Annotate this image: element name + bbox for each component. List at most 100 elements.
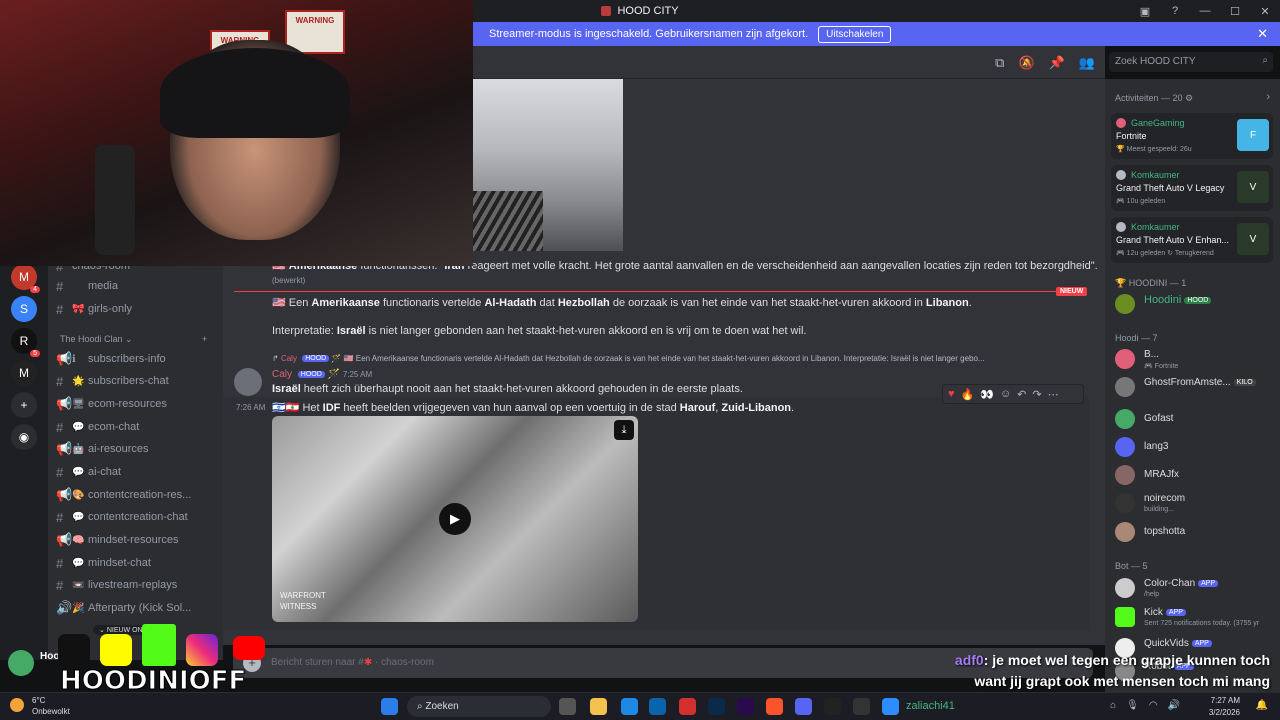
message-image[interactable] xyxy=(473,79,623,251)
chevron-right-icon[interactable]: › xyxy=(1266,91,1270,103)
minimize-button[interactable]: — xyxy=(1190,5,1220,17)
forward-icon[interactable]: ↷ xyxy=(1032,388,1041,401)
author-name[interactable]: Caly xyxy=(272,369,292,380)
pin-icon[interactable]: 📌 xyxy=(1049,55,1065,71)
server-icon-2[interactable]: S xyxy=(11,296,37,322)
discover-icon[interactable]: ◉ xyxy=(11,424,37,450)
activity-card[interactable]: Komkaumer Grand Theft Auto V Legacy 🎮 10… xyxy=(1111,165,1273,211)
download-icon[interactable]: ⤓ xyxy=(614,420,634,440)
video-attachment[interactable]: ▶ ⤓ WARFRONT WITNESS xyxy=(272,416,638,622)
server-icon-3[interactable]: R5 xyxy=(11,328,40,357)
server-icon-4[interactable]: M xyxy=(11,360,37,386)
member-hoodini[interactable]: Hoodini HOOD xyxy=(1115,292,1275,316)
channel-ai-chat[interactable]: # 💬 ai-chat xyxy=(56,462,216,482)
notifications-icon[interactable]: 🔕 xyxy=(1018,55,1034,71)
gta-art: V xyxy=(1237,223,1269,255)
channel-list: # chaos-room # media # 🎀 girls-only The Hood… xyxy=(48,259,223,660)
member-item[interactable]: Kick APP Sent 725 notifications today. (37… xyxy=(1115,605,1275,629)
channel-mindset-resources[interactable]: 📢 🧠 mindset-resources xyxy=(56,530,216,550)
more-icon[interactable]: ⋯ xyxy=(1048,388,1059,401)
premiere-icon[interactable] xyxy=(737,698,754,715)
members-icon[interactable]: 👥 xyxy=(1079,55,1095,71)
outlook-icon[interactable] xyxy=(649,698,666,715)
add-server-icon[interactable]: + xyxy=(11,392,37,418)
user-avatar xyxy=(1116,170,1126,180)
close-banner-icon[interactable]: ✕ xyxy=(1257,26,1268,42)
channel-girls-only[interactable]: # 🎀 girls-only xyxy=(56,299,216,319)
message-author-line: Caly HOOD 🪄 7:25 AM xyxy=(272,369,373,380)
member-list: Activiteiten — 20 ⚙ › GaneGaming Fortnit… xyxy=(1105,79,1280,692)
avatar xyxy=(1115,294,1135,314)
member-item[interactable]: MRAJfx xyxy=(1115,463,1275,487)
channel-livestream-replays[interactable]: # 📼 livestream-replays xyxy=(56,575,216,595)
obs-icon[interactable] xyxy=(853,698,870,715)
acrobat-icon[interactable] xyxy=(679,698,696,715)
close-button[interactable]: ✕ xyxy=(1250,5,1280,18)
activity-card[interactable]: GaneGaming Fortnite 🏆 Meest gespeeld: 26… xyxy=(1111,113,1273,159)
discord-icon[interactable] xyxy=(795,698,812,715)
channel-ecom-chat[interactable]: # 💬 ecom-chat xyxy=(56,417,216,437)
activity-card[interactable]: Komkaumer Grand Theft Auto V Enhan... 🎮 … xyxy=(1111,217,1273,263)
wifi-icon[interactable]: ◠ xyxy=(1149,700,1158,711)
taskbar-search[interactable]: ⌕ Zoeken xyxy=(407,696,551,717)
file-explorer-icon[interactable] xyxy=(590,698,607,715)
add-channel-icon[interactable]: + xyxy=(202,334,207,344)
taskbar: 6°C Onbewolkt ⌕ Zoeken zaliachi41 ⌂ 🎙 ◠ … xyxy=(0,692,1280,720)
task-view-icon[interactable] xyxy=(559,698,576,715)
escalator-detail xyxy=(473,191,543,251)
avatar xyxy=(1115,409,1135,429)
channel-contentcreation-res[interactable]: 📢 🎨 contentcreation-res... xyxy=(56,485,216,505)
member-item[interactable]: topshotta xyxy=(1115,520,1275,544)
channel-ai-resources[interactable]: 📢 🤖 ai-resources xyxy=(56,439,216,459)
user-avatar xyxy=(1116,222,1126,232)
channel-media[interactable]: # media xyxy=(56,276,216,296)
channel-mindset-chat[interactable]: # 💬 mindset-chat xyxy=(56,553,216,573)
category-hoodi-clan[interactable]: The Hoodi Clan ⌄ + xyxy=(60,334,207,345)
inbox-icon[interactable]: ▣ xyxy=(1130,5,1160,18)
play-icon[interactable]: ▶ xyxy=(439,503,471,535)
brave-icon[interactable] xyxy=(766,698,783,715)
threads-icon[interactable]: ⧉ xyxy=(995,55,1004,71)
eyes-reaction-icon[interactable]: 👀 xyxy=(980,388,994,401)
reply-icon[interactable]: ↶ xyxy=(1017,388,1026,401)
capcut-icon[interactable] xyxy=(824,698,841,715)
volume-icon[interactable]: 🔊 xyxy=(1168,700,1180,711)
mic-icon[interactable]: 🎙 xyxy=(1126,700,1139,711)
add-reaction-icon[interactable]: ☺ xyxy=(1000,388,1011,400)
channel-contentcreation-chat[interactable]: # 💬 contentcreation-chat xyxy=(56,507,216,527)
disable-streamer-button[interactable]: Uitschakelen xyxy=(818,25,892,43)
channel-subscribers-info[interactable]: 📢 ℹ subscribers-info xyxy=(56,349,216,369)
reply-preview[interactable]: ↱ Caly HOOD 🪄 🇺🇸 Een Amerikaanse functio… xyxy=(272,354,1082,363)
edge-icon[interactable] xyxy=(621,698,638,715)
help-icon[interactable]: ? xyxy=(1160,5,1190,17)
avatar[interactable] xyxy=(234,368,262,396)
member-item[interactable]: noirecom building... xyxy=(1115,491,1275,515)
member-item[interactable]: lang3 xyxy=(1115,435,1275,459)
search-input[interactable]: Zoek HOOD CITY ⌕ xyxy=(1109,52,1273,72)
message-1: 🇺🇸 Een Amerikaanse functionaris vertelde… xyxy=(272,297,972,309)
photoshop-icon[interactable] xyxy=(708,698,725,715)
new-messages-badge: NIEUW xyxy=(1056,287,1088,296)
channel-afterparty[interactable]: 🔊 🎉 Afterparty (Kick Sol... xyxy=(56,598,216,618)
channel-subscribers-chat[interactable]: # 🌟 subscribers-chat xyxy=(56,371,216,391)
avatar xyxy=(1115,465,1135,485)
notification-icon[interactable]: 🔔 xyxy=(1256,700,1268,711)
weather-widget[interactable]: 6°C Onbewolkt xyxy=(10,695,70,717)
member-item[interactable]: Gofast xyxy=(1115,407,1275,431)
app-store-icon[interactable] xyxy=(882,698,899,715)
start-icon[interactable] xyxy=(381,698,398,715)
channel-ecom-resources[interactable]: 📢 🖥 ecom-resources xyxy=(56,394,216,414)
network-icon[interactable]: ⌂ xyxy=(1110,700,1116,711)
clock[interactable]: 7:27 AM 3/2/2026 xyxy=(1209,695,1240,719)
member-item[interactable]: B... 🎮 Fortnite xyxy=(1115,347,1275,371)
beanie xyxy=(160,48,350,138)
maximize-button[interactable]: ☐ xyxy=(1220,5,1250,18)
activities-header[interactable]: Activiteiten — 20 ⚙ xyxy=(1115,93,1193,104)
member-item[interactable]: GhostFromAmste... KILO xyxy=(1115,375,1275,399)
fire-reaction-icon[interactable]: 🔥 xyxy=(961,388,975,401)
weather-icon xyxy=(10,698,24,712)
server-icon-1[interactable]: M4 xyxy=(11,264,40,293)
member-item[interactable]: Color-Chan APP/help xyxy=(1115,576,1275,600)
heart-reaction-icon[interactable]: ♥ xyxy=(948,388,955,400)
server-list: M4 S R5 M + ◉ xyxy=(0,260,48,660)
